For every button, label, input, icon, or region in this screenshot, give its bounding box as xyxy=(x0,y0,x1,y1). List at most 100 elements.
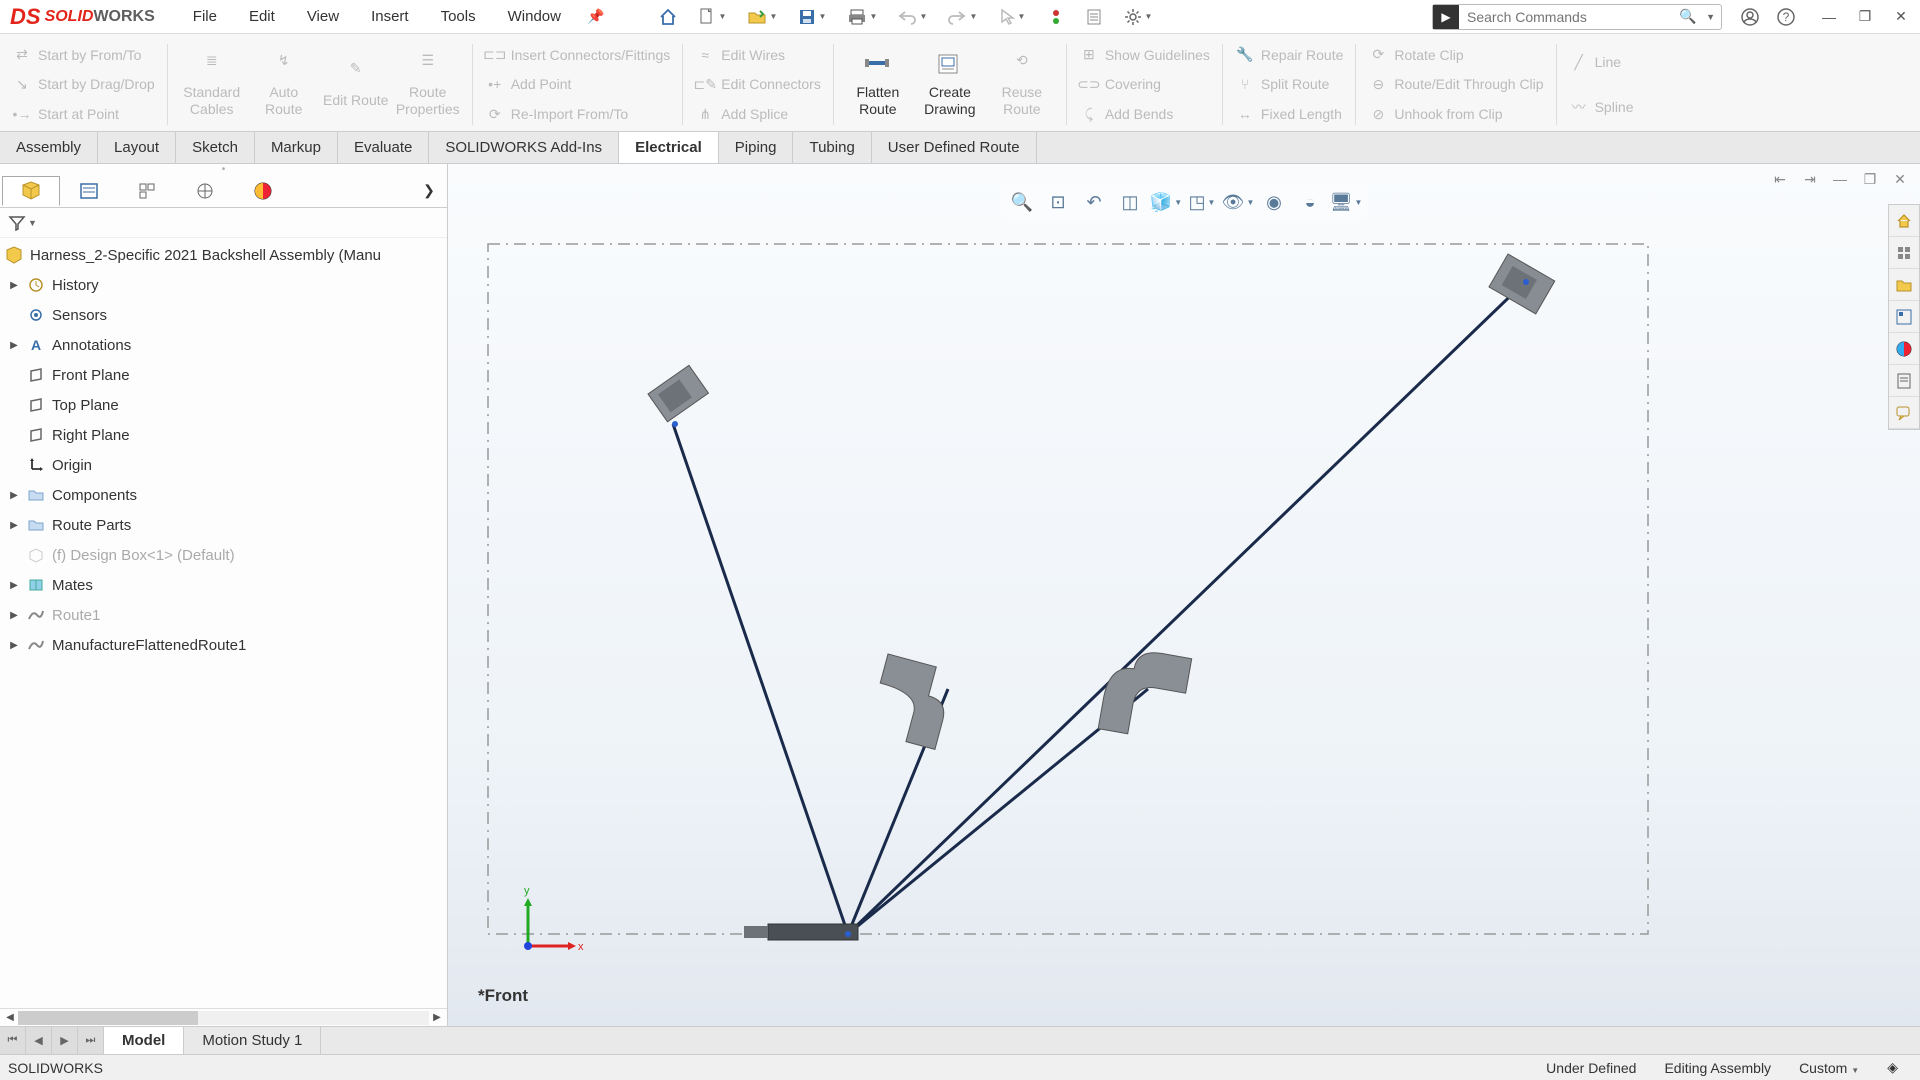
ribbon-tab-solidworks-add-ins[interactable]: SOLIDWORKS Add-Ins xyxy=(429,132,619,163)
menu-tools[interactable]: Tools xyxy=(427,4,490,29)
tree-item[interactable]: (f) Design Box<1> (Default) xyxy=(0,540,447,570)
add-point-button[interactable]: •+Add Point xyxy=(481,73,675,95)
expander-icon[interactable]: ▶ xyxy=(8,490,20,501)
expander-icon[interactable]: ▶ xyxy=(8,280,20,291)
propertymanager-tab-icon[interactable] xyxy=(60,176,118,206)
start-by-dragdrop-button[interactable]: ↘Start by Drag/Drop xyxy=(8,73,159,95)
custom-props-tab-icon[interactable] xyxy=(1889,365,1919,397)
close-icon[interactable]: ✕ xyxy=(1886,4,1916,30)
options-gear-icon[interactable]: ▼ xyxy=(1114,3,1162,31)
model-tab[interactable]: Model xyxy=(104,1027,184,1054)
restore-icon[interactable]: ❐ xyxy=(1850,4,1880,30)
reimport-fromto-button[interactable]: ⟳Re-Import From/To xyxy=(481,103,675,125)
flatten-route-button[interactable]: Flatten Route xyxy=(842,40,914,129)
viewport-minimize-icon[interactable]: — xyxy=(1828,168,1852,190)
file-props-icon[interactable] xyxy=(1076,3,1112,31)
tree-item[interactable]: Front Plane xyxy=(0,360,447,390)
covering-button[interactable]: ⊂⊃Covering xyxy=(1075,73,1214,95)
scroll-right-icon[interactable]: ▶ xyxy=(429,1012,445,1023)
rebuild-icon[interactable] xyxy=(1038,3,1074,31)
scene-icon[interactable]: ◒ xyxy=(1294,188,1326,216)
tree-item[interactable]: ▶Route Parts xyxy=(0,510,447,540)
spline-button[interactable]: 〰Spline xyxy=(1565,96,1638,118)
forum-tab-icon[interactable] xyxy=(1889,397,1919,429)
insert-connectors-button[interactable]: ⊏⊐Insert Connectors/Fittings xyxy=(481,44,675,66)
tree-filter[interactable]: ▼ xyxy=(0,208,447,238)
appearances-tab-icon[interactable] xyxy=(1889,333,1919,365)
ribbon-tab-piping[interactable]: Piping xyxy=(719,132,794,163)
menu-file[interactable]: File xyxy=(179,4,231,29)
tree-item[interactable]: ▶ManufactureFlattenedRoute1 xyxy=(0,630,447,660)
viewport-close-icon[interactable]: ✕ xyxy=(1888,168,1912,190)
tree-item[interactable]: ▶Route1 xyxy=(0,600,447,630)
ribbon-tab-layout[interactable]: Layout xyxy=(98,132,176,163)
view-orient-icon[interactable]: 🧊▼ xyxy=(1150,188,1182,216)
collapse-left-icon[interactable]: ⇤ xyxy=(1768,168,1792,190)
display-style-icon[interactable]: ◳▼ xyxy=(1186,188,1218,216)
minimize-icon[interactable]: — xyxy=(1814,4,1844,30)
panel-grip[interactable]: • xyxy=(0,164,447,174)
graphics-area[interactable]: ⇤ ⇥ — ❐ ✕ 🔍 ⊡ ↶ ◫ 🧊▼ ◳▼ 👁▼ ◉ ◒ 🖥▼ xyxy=(448,164,1920,1026)
tab-nav-last-icon[interactable]: ⏭ xyxy=(78,1027,104,1054)
ribbon-tab-user-defined-route[interactable]: User Defined Route xyxy=(872,132,1037,163)
open-icon[interactable]: ▼ xyxy=(738,3,786,31)
ribbon-tab-electrical[interactable]: Electrical xyxy=(619,132,719,163)
menu-window[interactable]: Window xyxy=(494,4,575,29)
ribbon-tab-sketch[interactable]: Sketch xyxy=(176,132,255,163)
ribbon-tab-markup[interactable]: Markup xyxy=(255,132,338,163)
unhook-clip-button[interactable]: ⊘Unhook from Clip xyxy=(1364,103,1547,125)
tree-item[interactable]: ▶Components xyxy=(0,480,447,510)
status-units[interactable]: Custom▼ xyxy=(1799,1060,1859,1076)
tree-item[interactable]: ▶History xyxy=(0,270,447,300)
orientation-triad[interactable]: x y xyxy=(508,886,588,966)
auto-route-button[interactable]: ↯Auto Route xyxy=(248,40,320,129)
featuremanager-tab-icon[interactable] xyxy=(2,176,60,206)
display-tab-icon[interactable] xyxy=(234,176,292,206)
tree-item[interactable]: ▶Mates xyxy=(0,570,447,600)
split-route-button[interactable]: ⑂Split Route xyxy=(1231,73,1348,95)
resources-tab-icon[interactable] xyxy=(1889,205,1919,237)
expander-icon[interactable]: ▶ xyxy=(8,340,20,351)
expander-icon[interactable]: ▶ xyxy=(8,520,20,531)
edit-route-button[interactable]: ✎Edit Route xyxy=(320,40,392,129)
start-by-fromto-button[interactable]: ⇄Start by From/To xyxy=(8,44,159,66)
scroll-left-icon[interactable]: ◀ xyxy=(2,1012,18,1023)
section-view-icon[interactable]: ◫ xyxy=(1114,188,1146,216)
rotate-clip-button[interactable]: ⟳Rotate Clip xyxy=(1364,44,1547,66)
view-settings-icon[interactable]: 🖥▼ xyxy=(1330,188,1362,216)
repair-route-button[interactable]: 🔧Repair Route xyxy=(1231,44,1348,66)
status-flag-icon[interactable]: ◈ xyxy=(1887,1059,1898,1076)
new-doc-icon[interactable]: ▼ xyxy=(688,3,736,31)
design-library-tab-icon[interactable] xyxy=(1889,237,1919,269)
home-icon[interactable] xyxy=(650,3,686,31)
tree-item[interactable]: Right Plane xyxy=(0,420,447,450)
line-button[interactable]: ╱Line xyxy=(1565,51,1638,73)
expander-icon[interactable]: ▶ xyxy=(8,640,20,651)
edit-connectors-button[interactable]: ⊏✎Edit Connectors xyxy=(691,73,825,95)
tree-root[interactable]: Harness_2-Specific 2021 Backshell Assemb… xyxy=(0,240,447,270)
search-icon[interactable]: 🔍 xyxy=(1676,8,1700,25)
tree-item[interactable]: Top Plane xyxy=(0,390,447,420)
menu-view[interactable]: View xyxy=(293,4,353,29)
select-icon[interactable]: ▼ xyxy=(988,3,1036,31)
route-through-clip-button[interactable]: ⊖Route/Edit Through Clip xyxy=(1364,73,1547,95)
collapse-right-icon[interactable]: ⇥ xyxy=(1798,168,1822,190)
view-palette-tab-icon[interactable] xyxy=(1889,301,1919,333)
menu-edit[interactable]: Edit xyxy=(235,4,289,29)
edit-wires-button[interactable]: ≈Edit Wires xyxy=(691,44,825,66)
start-at-point-button[interactable]: •→Start at Point xyxy=(8,103,159,125)
print-icon[interactable]: ▼ xyxy=(838,3,886,31)
search-input[interactable] xyxy=(1459,9,1676,25)
add-bends-button[interactable]: ⤹Add Bends xyxy=(1075,103,1214,125)
route-properties-button[interactable]: ☰Route Properties xyxy=(392,40,464,129)
zoom-area-icon[interactable]: ⊡ xyxy=(1042,188,1074,216)
feature-tree[interactable]: Harness_2-Specific 2021 Backshell Assemb… xyxy=(0,238,447,1008)
ribbon-tab-evaluate[interactable]: Evaluate xyxy=(338,132,429,163)
tree-item[interactable]: Sensors xyxy=(0,300,447,330)
expander-icon[interactable]: ▶ xyxy=(8,580,20,591)
create-drawing-button[interactable]: Create Drawing xyxy=(914,40,986,129)
show-guidelines-button[interactable]: ⊞Show Guidelines xyxy=(1075,44,1214,66)
undo-icon[interactable]: ▼ xyxy=(888,3,936,31)
motion-study-tab[interactable]: Motion Study 1 xyxy=(184,1027,321,1054)
search-commands[interactable]: ▶ 🔍 ▼ xyxy=(1432,4,1722,30)
